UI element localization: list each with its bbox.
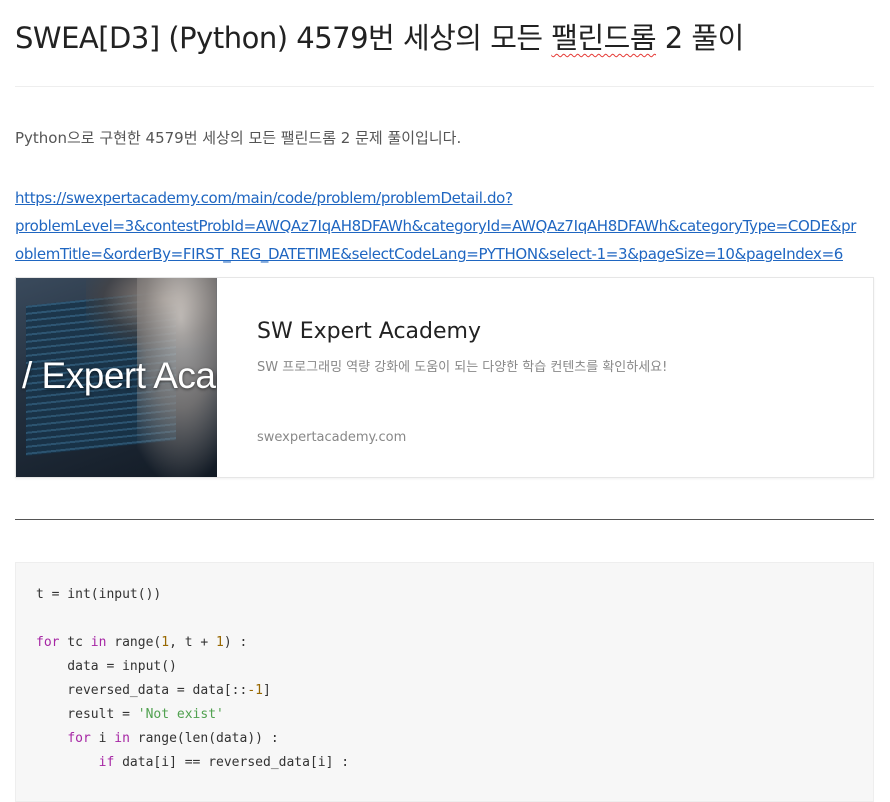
code-text: data[i] == reversed_data[i] :: [114, 755, 350, 770]
code-number: 1: [161, 635, 170, 650]
problem-link-line-3[interactable]: oblemTitle=&orderBy=FIRST_REG_DATETIME&s…: [15, 240, 875, 268]
code-keyword: for: [67, 731, 91, 746]
code-text: , t +: [169, 635, 217, 650]
code-line-5: reversed_data = data[::-1]: [36, 679, 349, 703]
code-block: t = int(input()) for tc in range(1, t + …: [15, 562, 874, 802]
code-text: reversed_data = data[::: [36, 683, 248, 698]
problem-link-line-1[interactable]: https://swexpertacademy.com/main/code/pr…: [15, 184, 875, 212]
post-title: SWEA[D3] (Python) 4579번 세상의 모든 팰린드롬 2 풀이: [15, 16, 875, 60]
code-keyword: if: [98, 755, 115, 770]
code-keyword: in: [90, 635, 107, 650]
code-keyword: in: [114, 731, 130, 746]
post-intro: Python으로 구현한 4579번 세상의 모든 팰린드롬 2 문제 풀이입니…: [15, 129, 462, 147]
code-text: i: [90, 731, 115, 746]
code-text: result =: [36, 707, 138, 722]
code-line-6: result = 'Not exist': [36, 703, 349, 727]
post-title-suffix: 2 풀이: [656, 21, 745, 55]
code-text: data = input(): [36, 659, 177, 674]
section-divider: [15, 519, 874, 520]
problem-link-line-2[interactable]: problemLevel=3&contestProbId=AWQAz7IqAH8…: [15, 212, 875, 240]
blog-post-page: SWEA[D3] (Python) 4579번 세상의 모든 팰린드롬 2 풀이…: [0, 0, 890, 802]
code-content: t = int(input()) for tc in range(1, t + …: [36, 583, 349, 775]
code-keyword: for: [36, 635, 60, 650]
code-text: tc: [59, 635, 91, 650]
code-line-7: for i in range(len(data)) :: [36, 727, 349, 751]
link-preview-title: SW Expert Academy: [257, 319, 481, 344]
code-text: ) :: [223, 635, 248, 650]
code-line-1: t = int(input()): [36, 583, 349, 607]
link-preview-thumbnail: / Expert Acade: [16, 278, 217, 477]
code-number: 1: [216, 635, 224, 650]
code-text: t = int(input()): [36, 587, 162, 602]
code-line-3: for tc in range(1, t + 1) :: [36, 631, 349, 655]
code-text: range(: [106, 635, 162, 650]
post-title-misspelled-word: 팰린드롬: [551, 21, 657, 55]
code-number: -1: [247, 683, 263, 698]
code-line-8: if data[i] == reversed_data[i] :: [36, 751, 349, 775]
title-divider: [15, 86, 874, 87]
link-preview-domain: swexpertacademy.com: [257, 430, 407, 445]
thumbnail-brand-text: / Expert Acade: [22, 355, 217, 396]
problem-link[interactable]: https://swexpertacademy.com/main/code/pr…: [15, 184, 875, 268]
code-text: range(len(data)) :: [129, 731, 279, 746]
code-text: ]: [262, 683, 271, 698]
link-preview-description: SW 프로그래밍 역량 강화에 도움이 되는 다양한 학습 컨텐츠를 확인하세요…: [257, 360, 668, 375]
post-title-prefix: SWEA[D3] (Python) 4579번 세상의 모든: [15, 21, 552, 55]
link-preview-card[interactable]: / Expert Acade SW Expert Academy SW 프로그래…: [15, 277, 874, 478]
code-line-4: data = input(): [36, 655, 349, 679]
code-string: 'Not exist': [137, 707, 224, 722]
